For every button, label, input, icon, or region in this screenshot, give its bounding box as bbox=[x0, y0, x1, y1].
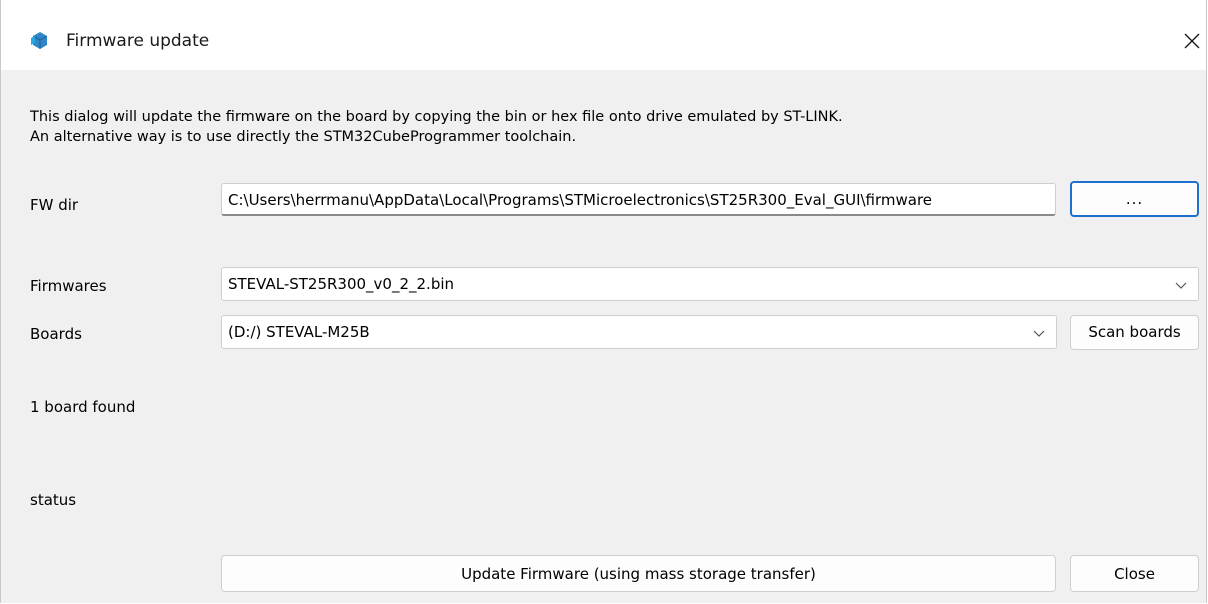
board-count-text: 1 board found bbox=[30, 398, 136, 416]
firmwares-select[interactable]: STEVAL-ST25R300_v0_2_2.bin bbox=[221, 267, 1199, 301]
dialog-content: This dialog will update the firmware on … bbox=[1, 70, 1206, 603]
firmware-update-dialog: Firmware update This dialog will update … bbox=[0, 0, 1207, 603]
window-title: Firmware update bbox=[66, 31, 210, 51]
boards-select[interactable]: (D:/) STEVAL-M25B bbox=[221, 315, 1057, 349]
fw-dir-input[interactable]: C:\Users\herrmanu\AppData\Local\Programs… bbox=[221, 183, 1056, 216]
dialog-description: This dialog will update the firmware on … bbox=[30, 107, 843, 147]
boards-label: Boards bbox=[30, 325, 82, 343]
firmwares-selected: STEVAL-ST25R300_v0_2_2.bin bbox=[228, 275, 455, 293]
chevron-down-icon bbox=[1174, 277, 1188, 291]
title-bar: Firmware update bbox=[1, 0, 1206, 70]
update-firmware-button[interactable]: Update Firmware (using mass storage tran… bbox=[221, 555, 1056, 592]
chevron-down-icon bbox=[1032, 325, 1046, 339]
status-text: status bbox=[30, 491, 77, 509]
firmwares-label: Firmwares bbox=[30, 277, 107, 295]
scan-boards-button[interactable]: Scan boards bbox=[1070, 315, 1199, 350]
fw-dir-value: C:\Users\herrmanu\AppData\Local\Programs… bbox=[228, 191, 933, 209]
description-line-2: An alternative way is to use directly th… bbox=[30, 129, 577, 145]
description-line-1: This dialog will update the firmware on … bbox=[30, 109, 843, 125]
fw-dir-label: FW dir bbox=[30, 196, 79, 214]
app-cube-icon bbox=[30, 31, 49, 50]
boards-selected: (D:/) STEVAL-M25B bbox=[228, 323, 370, 341]
close-icon[interactable] bbox=[1175, 24, 1208, 58]
browse-button[interactable]: ... bbox=[1070, 181, 1199, 217]
close-button[interactable]: Close bbox=[1070, 555, 1199, 592]
